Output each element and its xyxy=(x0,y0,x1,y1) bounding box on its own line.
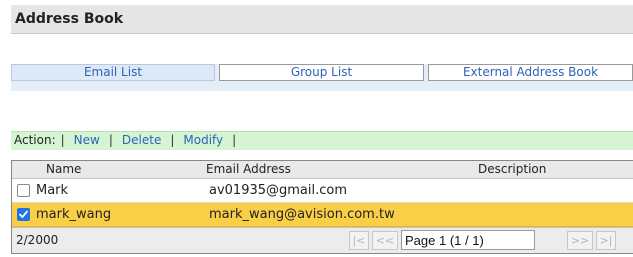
row-email: av01935@gmail.com xyxy=(209,183,348,198)
page-input[interactable] xyxy=(401,230,535,250)
column-header-description[interactable]: Description xyxy=(478,161,546,178)
pagination-bar: 2/2000 |< << >> >| xyxy=(12,227,633,253)
row-name: Mark xyxy=(36,183,69,198)
next-page-button[interactable]: >> xyxy=(567,231,593,250)
tab-group-list[interactable]: Group List xyxy=(219,64,424,81)
checkmark-icon xyxy=(19,210,28,218)
record-count: 2/2000 xyxy=(16,233,59,247)
action-separator: | xyxy=(232,133,237,147)
column-header-name[interactable]: Name xyxy=(46,161,81,178)
row-checkbox-checked[interactable] xyxy=(17,208,30,221)
title-bar: Address Book xyxy=(11,5,633,34)
tab-strip: Email List Group List External Address B… xyxy=(11,64,633,91)
action-label: Action: xyxy=(14,133,56,147)
column-header-email[interactable]: Email Address xyxy=(206,161,291,178)
modify-button[interactable]: Modify xyxy=(183,133,223,147)
action-separator: | xyxy=(60,133,65,147)
action-separator: | xyxy=(108,133,113,147)
delete-button[interactable]: Delete xyxy=(122,133,161,147)
table-row-selected[interactable]: mark_wang mark_wang@avision.com.tw xyxy=(12,203,633,227)
page-title: Address Book xyxy=(15,11,124,27)
prev-page-button[interactable]: << xyxy=(372,231,398,250)
first-page-button[interactable]: |< xyxy=(349,231,369,250)
row-name: mark_wang xyxy=(36,207,112,222)
table-header: Name Email Address Description xyxy=(12,161,633,179)
table-row[interactable]: Mark av01935@gmail.com xyxy=(12,179,633,203)
tab-email-list[interactable]: Email List xyxy=(11,64,215,81)
action-separator: | xyxy=(170,133,175,147)
tab-external-address-book[interactable]: External Address Book xyxy=(428,64,633,81)
row-checkbox[interactable] xyxy=(17,184,30,197)
email-table: Name Email Address Description Mark av01… xyxy=(11,160,633,254)
last-page-button[interactable]: >| xyxy=(596,231,616,250)
action-bar: Action: | New | Delete | Modify | xyxy=(11,131,633,150)
new-button[interactable]: New xyxy=(74,133,100,147)
row-email: mark_wang@avision.com.tw xyxy=(209,207,395,222)
